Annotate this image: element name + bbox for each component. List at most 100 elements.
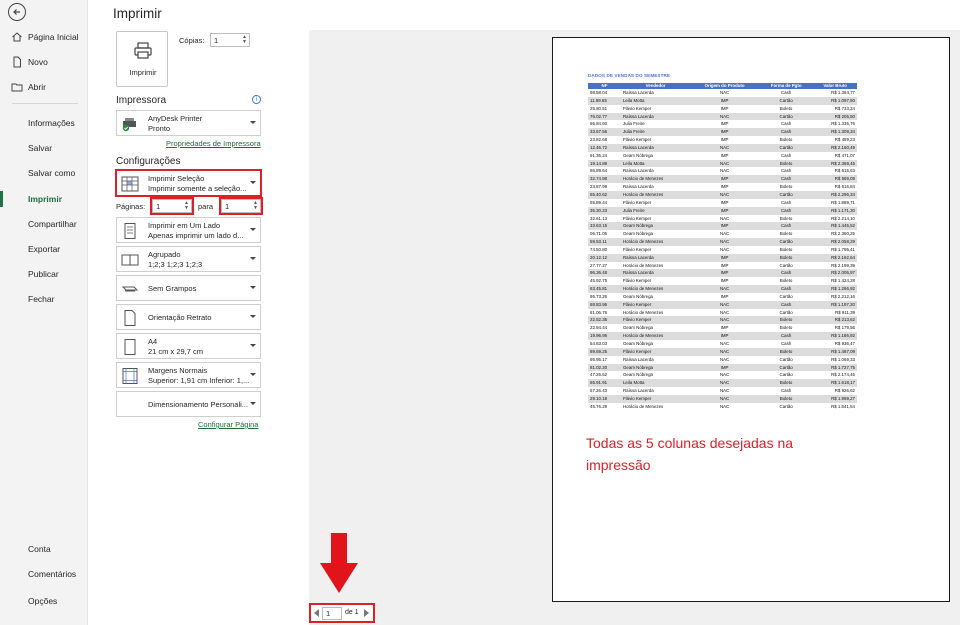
- previous-page-icon[interactable]: [314, 609, 319, 617]
- scaling-dropdown[interactable]: Dimensionamento Personali...: [116, 391, 261, 417]
- table-cell: Boleto: [758, 347, 814, 356]
- page-number-input[interactable]: 1: [322, 607, 342, 620]
- table-cell: NAC: [690, 238, 759, 246]
- nav-fechar[interactable]: Fechar: [0, 288, 88, 310]
- nav-salvar-como[interactable]: Salvar como: [0, 162, 88, 184]
- table-cell: R$ 2.212,16: [831, 293, 855, 299]
- table-cell: NAC: [719, 372, 730, 378]
- table-cell: Cash: [781, 152, 792, 158]
- table-cell: 45.92.75: [590, 278, 608, 284]
- table-row: 45.92.75 Flávio Kemper IMP Boleto R$ 1.424,2…: [588, 277, 857, 285]
- pages-from-highlight-box: [150, 197, 194, 215]
- sides-dropdown[interactable]: Imprimir em Um Lado Apenas imprimir um l…: [116, 217, 261, 243]
- table-cell: 35.30.23: [588, 206, 621, 215]
- nav-salvar[interactable]: Salvar: [0, 137, 88, 159]
- table-cell: Cash: [758, 128, 814, 137]
- nav-exportar[interactable]: Exportar: [0, 238, 88, 260]
- sides-label: Imprimir em Um Lado: [148, 221, 221, 230]
- table-cell: Cartão: [758, 112, 814, 121]
- table-row: 98.58.04 Raíssa Lacerda NAC Cash R$ 1.364,77: [588, 89, 857, 97]
- table-cell: Cash: [781, 168, 792, 174]
- nav-label: Fechar: [28, 294, 55, 304]
- table-cell: Raíssa Lacerda: [622, 90, 654, 95]
- table-cell: Boleto: [779, 184, 793, 190]
- nav-conta[interactable]: Conta: [0, 538, 88, 560]
- staple-dropdown[interactable]: Sem Grampos: [116, 275, 261, 301]
- table-cell: IMP: [690, 269, 759, 278]
- sheet-title: DADOS DE VENDAS DO SEMESTRE: [588, 73, 671, 78]
- collate-desc: 1;2;3 1;2;3 1;2;3: [148, 260, 203, 269]
- table-cell: R$ 1.541,54: [831, 403, 855, 409]
- table-cell: Leila Motta: [620, 159, 691, 168]
- table-cell: IMP: [690, 206, 759, 215]
- table-cell: 65.91.91: [588, 379, 621, 388]
- table-row: 19.14.89 Leila Motta NAC Boleto R$ 2.369,45: [588, 159, 857, 168]
- margins-dropdown[interactable]: Margens Normais Superior: 1,91 cm Inferi…: [116, 362, 261, 388]
- table-cell: IMP: [720, 152, 729, 158]
- table-cell: IMP: [690, 253, 759, 262]
- nav-pagina-inicial[interactable]: Página Inicial: [0, 26, 88, 48]
- table-cell: Flávio Kemper: [620, 300, 691, 309]
- nav-compartilhar[interactable]: Compartilhar: [0, 213, 88, 235]
- table-cell: Boleto: [758, 379, 814, 388]
- table-row: 23.87.99 Raíssa Lacerda IMP Boleto R$ 616,84: [588, 183, 857, 191]
- page-setup-link[interactable]: Configurar Página: [198, 420, 258, 429]
- table-cell: 88.83.96: [588, 300, 621, 309]
- paper-size-dropdown[interactable]: A4 21 cm x 29,7 cm: [116, 333, 261, 359]
- table-cell: Geam Nóbrega: [622, 152, 653, 158]
- back-button[interactable]: [8, 3, 26, 21]
- table-cell: 63.45.81: [588, 285, 621, 293]
- table-row: 29.10.18 Flávio Kemper NAC Boleto R$ 1.969,2…: [588, 394, 857, 403]
- nav-publicar[interactable]: Publicar: [0, 263, 88, 285]
- nav-informacoes[interactable]: Informações: [0, 112, 88, 134]
- print-button[interactable]: Imprimir: [116, 31, 168, 87]
- table-cell: 96.36.48: [588, 269, 621, 278]
- one-sided-page-icon: [124, 223, 136, 239]
- printer-properties-link[interactable]: Propriedades de Impressora: [166, 139, 261, 148]
- copies-stepper[interactable]: 1 ▲ ▼: [210, 33, 250, 47]
- table-row: 33.63.15 Geam Nóbrega IMP Cash R$ 1.445,52: [588, 222, 857, 231]
- table-cell: Raíssa Lacerda: [622, 184, 654, 190]
- table-cell: 95.95.17: [590, 356, 608, 362]
- table-row: 20.12.12 Raíssa Lacerda IMP Boleto R$ 2.162,…: [588, 253, 857, 262]
- table-cell: Cash: [758, 269, 814, 278]
- table-cell: Flávio Kemper: [622, 199, 652, 205]
- table-cell: 20.12.12: [588, 253, 621, 262]
- next-page-icon[interactable]: [364, 609, 369, 617]
- table-row: 86.89.64 Raíssa Lacerda NAC Cash R$ 615,63: [588, 167, 857, 175]
- table-cell: IMP: [720, 278, 729, 284]
- collate-dropdown[interactable]: Agrupado 1;2;3 1;2;3 1;2;3: [116, 246, 261, 272]
- copies-label: Cópias:: [179, 36, 205, 45]
- new-document-icon: [13, 56, 21, 68]
- table-cell: R$ 1.364,77: [831, 90, 855, 95]
- table-cell: 19.96.95: [588, 332, 621, 340]
- table-cell: Cash: [758, 300, 814, 309]
- nav-novo[interactable]: Novo: [0, 51, 88, 73]
- table-cell: Flávio Kemper: [620, 394, 691, 403]
- table-cell: IMP: [720, 293, 729, 299]
- table-cell: NAC: [719, 356, 730, 362]
- nav-comentarios[interactable]: Comentários: [0, 563, 88, 585]
- nav-abrir[interactable]: Abrir: [0, 76, 88, 98]
- table-cell: Boleto: [779, 231, 793, 237]
- table-cell: R$ 733,24: [834, 105, 855, 111]
- chevron-down-icon: [250, 121, 256, 124]
- table-cell: Cash: [758, 285, 814, 293]
- table-cell: R$ 911,39: [835, 309, 855, 315]
- copies-value: 1: [214, 35, 219, 45]
- table-cell: Flávio Kemper: [622, 137, 652, 143]
- red-arrow-down-icon: [320, 533, 358, 593]
- table-cell: Geam Nóbrega: [620, 222, 691, 231]
- nav-opcoes[interactable]: Opções: [0, 590, 88, 612]
- staple-icon: [121, 286, 139, 292]
- table-cell: 22.52.35: [588, 316, 621, 325]
- margins-label: Margens Normais: [148, 366, 208, 375]
- printer-dropdown[interactable]: AnyDesk Printer Pronto: [116, 110, 261, 136]
- table-cell: Flávio Kemper: [620, 316, 691, 325]
- table-cell: R$ 616,84: [834, 184, 855, 190]
- table-cell: Cash: [758, 332, 814, 340]
- info-icon[interactable]: i: [252, 95, 261, 104]
- orientation-dropdown[interactable]: Orientação Retrato: [116, 304, 261, 330]
- nav-imprimir[interactable]: Imprimir: [0, 188, 88, 210]
- spin-arrows-icon[interactable]: ▲ ▼: [242, 35, 247, 45]
